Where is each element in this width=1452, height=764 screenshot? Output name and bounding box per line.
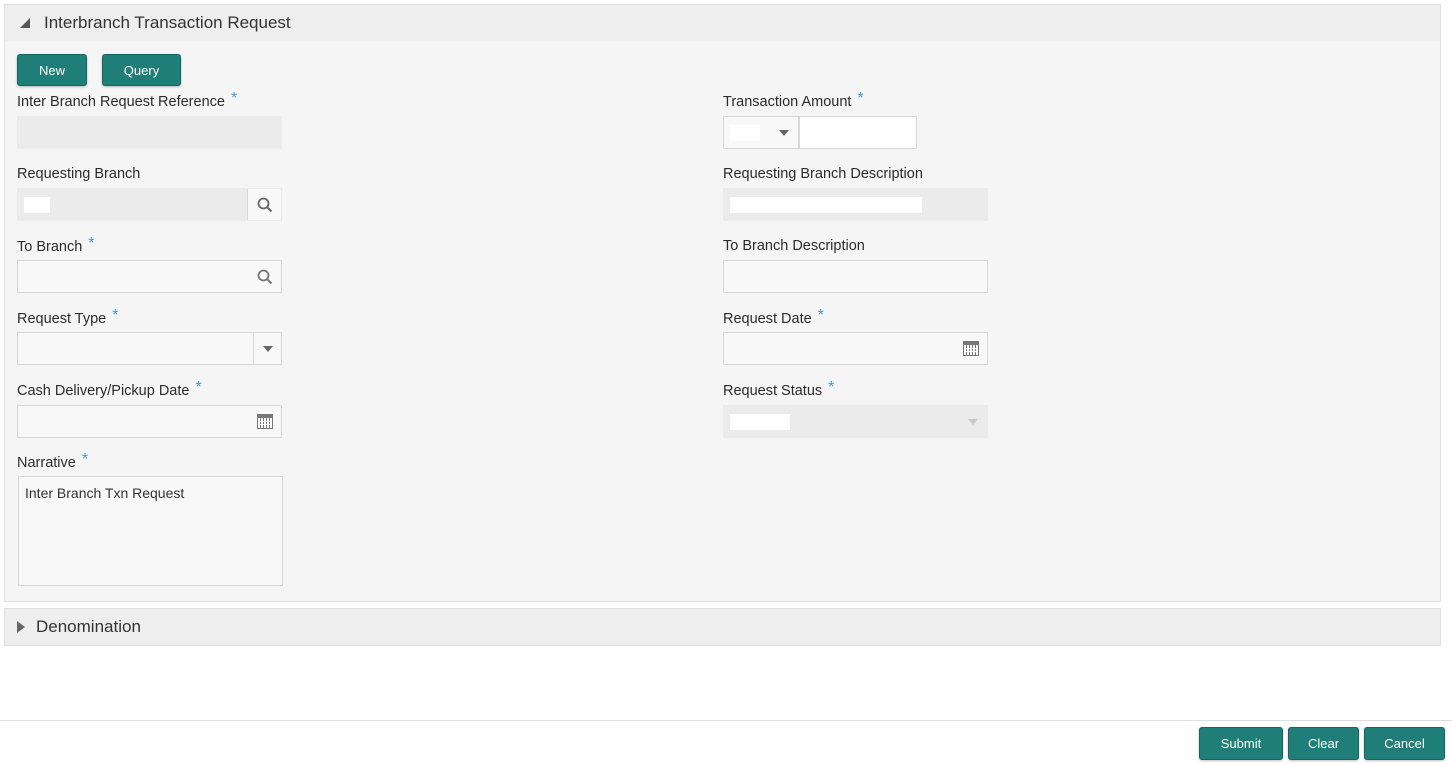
panel-header[interactable]: Interbranch Transaction Request <box>5 5 1440 41</box>
label-text: To Branch <box>17 239 83 255</box>
query-button[interactable]: Query <box>102 54 181 86</box>
label-text: Request Status <box>723 383 823 399</box>
required-asterisk: * <box>195 379 202 396</box>
label-text: Transaction Amount <box>723 94 852 110</box>
chevron-down-icon[interactable] <box>253 333 281 364</box>
label-text: Request Type <box>17 311 107 327</box>
submit-button[interactable]: Submit <box>1199 727 1283 760</box>
request-type-select[interactable] <box>17 332 282 365</box>
required-asterisk: * <box>857 90 864 107</box>
transaction-amount-input[interactable] <box>799 116 917 149</box>
required-asterisk: * <box>828 379 835 396</box>
currency-select[interactable] <box>723 116 799 149</box>
request-type-label: Request Type * <box>17 307 119 328</box>
panel-title: Interbranch Transaction Request <box>44 13 291 32</box>
panel-header[interactable]: Denomination <box>5 609 1440 645</box>
interbranch-transaction-panel: Interbranch Transaction Request New Quer… <box>4 4 1441 602</box>
to-branch-description-field[interactable] <box>723 260 988 293</box>
requesting-branch-field <box>17 188 282 221</box>
label-text: To Branch Description <box>723 238 865 254</box>
requesting-branch-description-field <box>723 188 988 221</box>
required-asterisk: * <box>81 451 89 468</box>
to-branch-label: To Branch * <box>17 235 95 256</box>
inter-branch-request-reference-label: Inter Branch Request Reference * <box>17 90 238 111</box>
transaction-amount-label: Transaction Amount * <box>723 90 864 111</box>
label-text: Narrative <box>17 455 76 471</box>
panel-title: Denomination <box>36 617 141 636</box>
required-asterisk: * <box>817 307 824 324</box>
new-button[interactable]: New <box>17 54 87 86</box>
label-text: Cash Delivery/Pickup Date <box>17 383 190 399</box>
required-asterisk: * <box>230 90 238 107</box>
required-asterisk: * <box>88 235 95 252</box>
clear-button[interactable]: Clear <box>1288 727 1359 760</box>
label-text: Requesting Branch <box>17 166 141 182</box>
narrative-label: Narrative * <box>17 451 89 472</box>
calendar-icon[interactable] <box>954 333 987 364</box>
request-date-field[interactable] <box>723 332 988 365</box>
request-status-value <box>730 414 790 430</box>
search-icon[interactable] <box>247 189 281 220</box>
currency-value <box>730 125 760 141</box>
label-text: Request Date <box>723 311 812 327</box>
request-status-select <box>723 405 988 438</box>
to-branch-description-label: To Branch Description <box>723 238 865 254</box>
request-date-value <box>730 341 814 357</box>
cash-delivery-pickup-date-label: Cash Delivery/Pickup Date * <box>17 379 202 400</box>
denomination-panel[interactable]: Denomination <box>4 608 1441 646</box>
required-asterisk: * <box>112 307 119 324</box>
requesting-branch-label: Requesting Branch <box>17 166 140 182</box>
inter-branch-request-reference-field <box>17 116 282 149</box>
chevron-down-icon[interactable] <box>770 117 798 148</box>
to-branch-input[interactable] <box>17 260 282 293</box>
request-status-label: Request Status * <box>723 379 835 400</box>
requesting-branch-value <box>24 197 50 213</box>
narrative-textarea[interactable]: Inter Branch Txn Request <box>18 476 283 586</box>
cancel-button[interactable]: Cancel <box>1364 727 1445 760</box>
request-date-label: Request Date * <box>723 307 824 328</box>
footer-divider <box>0 720 1452 721</box>
search-icon[interactable] <box>248 261 281 292</box>
collapse-caret-icon[interactable] <box>15 18 35 28</box>
cash-delivery-pickup-date-field[interactable] <box>17 405 282 438</box>
calendar-icon[interactable] <box>248 406 281 437</box>
chevron-down-icon <box>959 406 987 437</box>
requesting-branch-description-value <box>730 197 922 213</box>
requesting-branch-description-label: Requesting Branch Description <box>723 166 923 182</box>
label-text: Inter Branch Request Reference <box>17 94 225 110</box>
label-text: Requesting Branch Description <box>723 166 923 182</box>
expand-caret-icon[interactable] <box>17 621 25 633</box>
